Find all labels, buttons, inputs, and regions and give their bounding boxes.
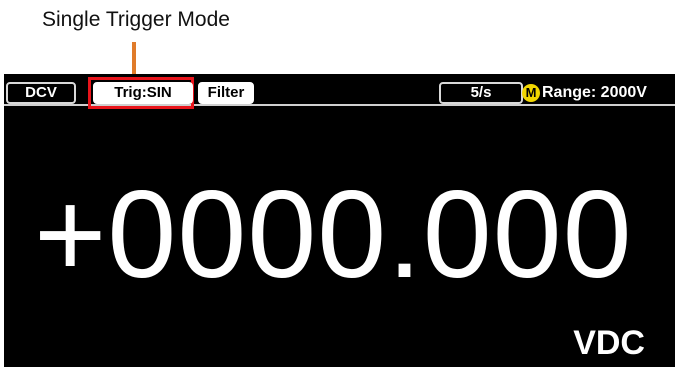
range-indicator[interactable]: Range: 2000V [542,84,647,102]
callout-label: Single Trigger Mode [42,8,230,31]
sample-rate-indicator[interactable]: 5/s [439,82,523,104]
status-bar: DCV Trig:SIN Filter 5/s M Range: 2000V [4,77,675,109]
memory-icon: M [522,84,540,102]
trigger-mode-indicator[interactable]: Trig:SIN [93,82,193,104]
filter-indicator[interactable]: Filter [198,82,254,104]
measurement-reading: +0000.000 [34,166,633,304]
function-indicator[interactable]: DCV [6,82,76,104]
meter-screen: DCV Trig:SIN Filter 5/s M Range: 2000V +… [4,74,675,367]
measurement-unit: VDC [573,324,645,362]
